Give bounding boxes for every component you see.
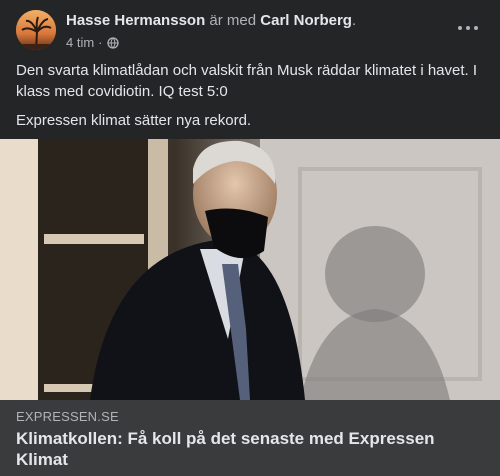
post-text-line: Expressen klimat sätter nya rekord. [16,112,252,129]
link-title[interactable]: Klimatkollen: Få koll på det senaste med… [16,428,476,470]
dot [474,26,478,30]
post-text-line: Den svarta klimatlådan och valskit från … [16,62,478,100]
post-text: Den svarta klimatlådan och valskit från … [16,60,484,131]
post-author-line: Hasse Hermansson är med Carl Norberg. [66,12,356,29]
author-name[interactable]: Hasse Hermansson [66,12,205,29]
link-preview[interactable]: EXPRESSEN.SE Klimatkollen: Få koll på de… [0,400,500,476]
link-domain: EXPRESSEN.SE [16,409,119,424]
link-preview-image[interactable] [0,139,500,400]
post-header: Hasse Hermansson är med Carl Norberg. 4 … [0,0,500,56]
photo-man-in-mask [0,139,500,400]
globe-icon [106,36,119,49]
avatar[interactable] [16,10,56,50]
post-meta: 4 tim · [66,35,119,50]
post-time[interactable]: 4 tim [66,35,94,50]
with-text: är med [209,12,257,29]
dot [466,26,470,30]
tagged-name[interactable]: Carl Norberg [260,12,352,29]
more-options-icon[interactable] [458,24,478,32]
avatar-palm-sunset-image [16,10,56,50]
dot [458,26,462,30]
meta-separator: · [98,35,103,50]
period: . [351,12,357,29]
